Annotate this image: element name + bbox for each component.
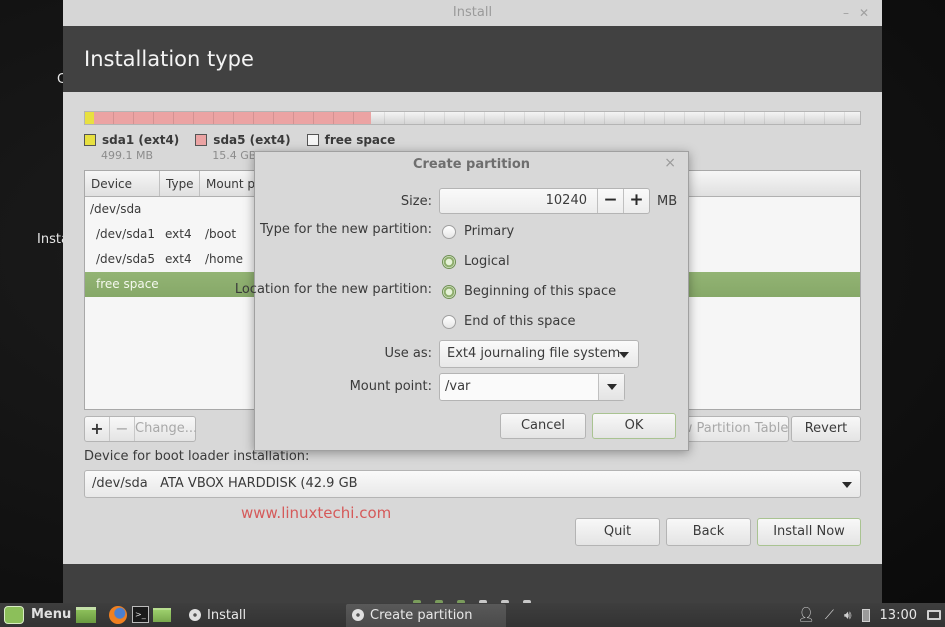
radio-logical[interactable]: Logical [442,254,510,269]
partition-segment [371,112,860,124]
radio-unchecked-icon [442,224,456,239]
size-input[interactable]: 10240 [440,189,597,213]
use-as-value: Ext4 journaling file system [447,346,621,361]
size-decrement-button[interactable]: − [597,189,623,213]
legend-size: 499.1 MB [101,149,154,162]
partition-actions: + − Change... [84,416,197,442]
install-now-button[interactable]: Install Now [757,518,861,546]
dialog-title[interactable]: Create partition [255,152,688,178]
taskbar: Menu >_ Install Create partition 👤︎ ⟋ 🔊︎… [0,603,945,627]
task-label: Create partition [370,608,473,623]
legend-swatch [84,134,96,146]
radio-primary[interactable]: Primary [442,224,514,239]
chevron-down-icon [842,482,852,488]
cell-device: /dev/sda1 [96,227,156,241]
radio-beginning[interactable]: Beginning of this space [442,284,616,299]
radio-logical-label: Logical [464,254,510,269]
clock[interactable]: 13:00 [880,608,917,623]
chevron-down-icon [619,352,629,358]
installer-disc-icon [352,609,364,621]
dialog-close-icon[interactable]: × [664,155,676,171]
ok-button[interactable]: OK [592,413,676,439]
cell-device: free space [96,277,159,291]
mount-point-label: Mount point: [349,379,432,394]
battery-icon[interactable] [861,608,870,622]
window-titlebar[interactable]: Install – ✕ [63,0,882,26]
legend-label: free space [324,133,396,147]
radio-checked-icon [442,254,456,269]
radio-end-label: End of this space [464,314,576,329]
installer-disc-icon [189,609,201,621]
use-as-select[interactable]: Ext4 journaling file system [439,340,639,368]
mount-point-input[interactable]: /var [445,379,470,394]
partition-usage-bar [84,111,861,125]
watermark-text: www.linuxtechi.com [241,504,392,522]
bootloader-label: Device for boot loader installation: [84,449,310,464]
cell-device: /dev/sda5 [96,252,156,266]
revert-button[interactable]: Revert [791,416,861,442]
add-partition-button[interactable]: + [85,417,110,441]
mint-logo-icon[interactable] [4,606,24,624]
quit-button[interactable]: Quit [575,518,660,546]
minimize-button[interactable]: – [843,0,849,26]
chevron-down-icon [607,384,617,390]
task-label: Install [207,608,247,623]
network-icon[interactable]: ⟋ [825,608,834,623]
legend-label: sda5 (ext4) [213,133,291,147]
size-increment-button[interactable]: + [623,189,649,213]
workspace-switcher-icon[interactable] [927,610,941,620]
mount-point-combobox[interactable]: /var [439,373,625,401]
bootloader-device-value: /dev/sda ATA VBOX HARDDISK (42.9 GB [92,476,358,491]
column-type[interactable]: Type [160,171,200,196]
create-partition-dialog: Create partition × Size: 10240 − + MB Ty… [235,151,689,451]
use-as-label: Use as: [384,346,432,361]
terminal-icon[interactable]: >_ [132,606,149,623]
firefox-icon[interactable] [109,606,127,624]
cell-type: ext4 [165,252,192,266]
partition-type-label: Type for the new partition: [259,222,432,237]
legend-label: sda1 (ext4) [102,133,180,147]
radio-beginning-label: Beginning of this space [464,284,617,299]
cell-type: ext4 [165,227,192,241]
window-title: Install [452,5,493,20]
files-folder-icon[interactable] [153,608,171,622]
radio-end[interactable]: End of this space [442,314,576,329]
legend-swatch [306,134,319,146]
taskbar-task-install[interactable]: Install [183,604,343,627]
mount-point-dropdown-button[interactable] [598,374,624,400]
volume-icon[interactable]: 🔊︎ [844,608,852,623]
radio-unchecked-icon [442,314,456,329]
radio-checked-icon [442,284,456,299]
partition-segment [94,112,371,124]
bootloader-device-select[interactable]: /dev/sda ATA VBOX HARDDISK (42.9 GB [84,470,861,498]
legend-swatch [195,134,208,146]
partition-location-label: Location for the new partition: [234,282,432,297]
radio-primary-label: Primary [464,224,515,239]
page-title: Installation type [63,26,882,92]
show-desktop-icon[interactable] [76,607,96,623]
cancel-button[interactable]: Cancel [500,413,586,439]
cell-device: /dev/sda [90,202,142,216]
legend-item: sda1 (ext4) 499.1 MB [84,133,179,162]
size-spinbox[interactable]: 10240 − + [439,188,650,214]
user-icon[interactable]: 👤︎ [797,607,815,623]
column-device[interactable]: Device [85,171,160,196]
system-tray: 👤︎ ⟋ 🔊︎ 13:00 [797,603,945,627]
back-button[interactable]: Back [666,518,751,546]
size-label: Size: [400,194,432,209]
size-unit: MB [657,194,678,209]
taskbar-task-create-partition[interactable]: Create partition [346,604,506,627]
menu-button[interactable]: Menu [31,603,71,627]
change-partition-button[interactable]: Change... [135,417,197,441]
partition-segment [85,112,95,124]
cell-mount: /boot [205,227,237,241]
progress-footer [63,564,882,604]
cell-mount: /home [205,252,244,266]
close-button[interactable]: ✕ [859,0,869,26]
remove-partition-button[interactable]: − [110,417,135,441]
